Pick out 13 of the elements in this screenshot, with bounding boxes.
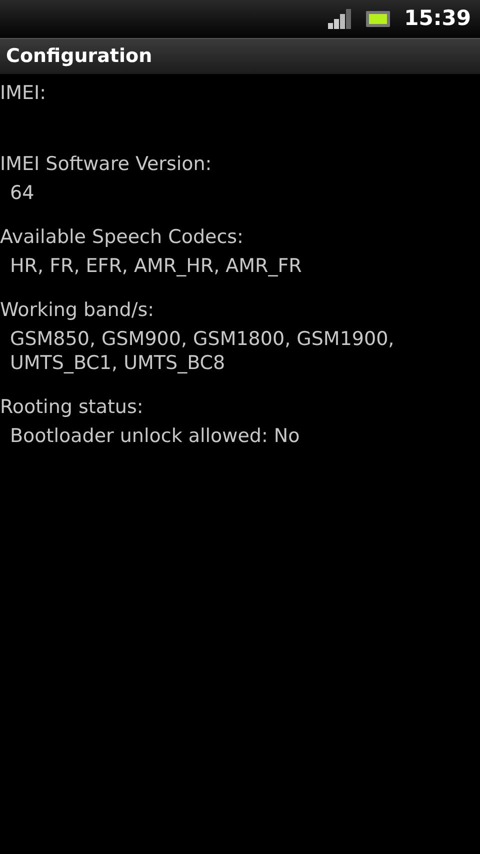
clock: 15:39 <box>404 5 471 32</box>
section-label: Rooting status: <box>0 395 144 419</box>
section-label: IMEI: <box>0 81 48 105</box>
section-value: 64 <box>9 181 36 205</box>
section-value: HR, FR, EFR, AMR_HR, AMR_FR <box>9 254 303 278</box>
section-label: Available Speech Codecs: <box>0 225 244 249</box>
screen-title: Configuration <box>6 44 152 70</box>
section-label: IMEI Software Version: <box>0 152 213 176</box>
section-value: Bootloader unlock allowed: No <box>9 424 301 448</box>
signal-icon <box>328 8 352 30</box>
section-value: GSM850, GSM900, GSM1800, GSM1900, UMTS_BC1, UMTS_BC8 <box>9 327 396 375</box>
battery-icon <box>366 11 390 27</box>
section-label: Working band/s: <box>0 298 156 322</box>
